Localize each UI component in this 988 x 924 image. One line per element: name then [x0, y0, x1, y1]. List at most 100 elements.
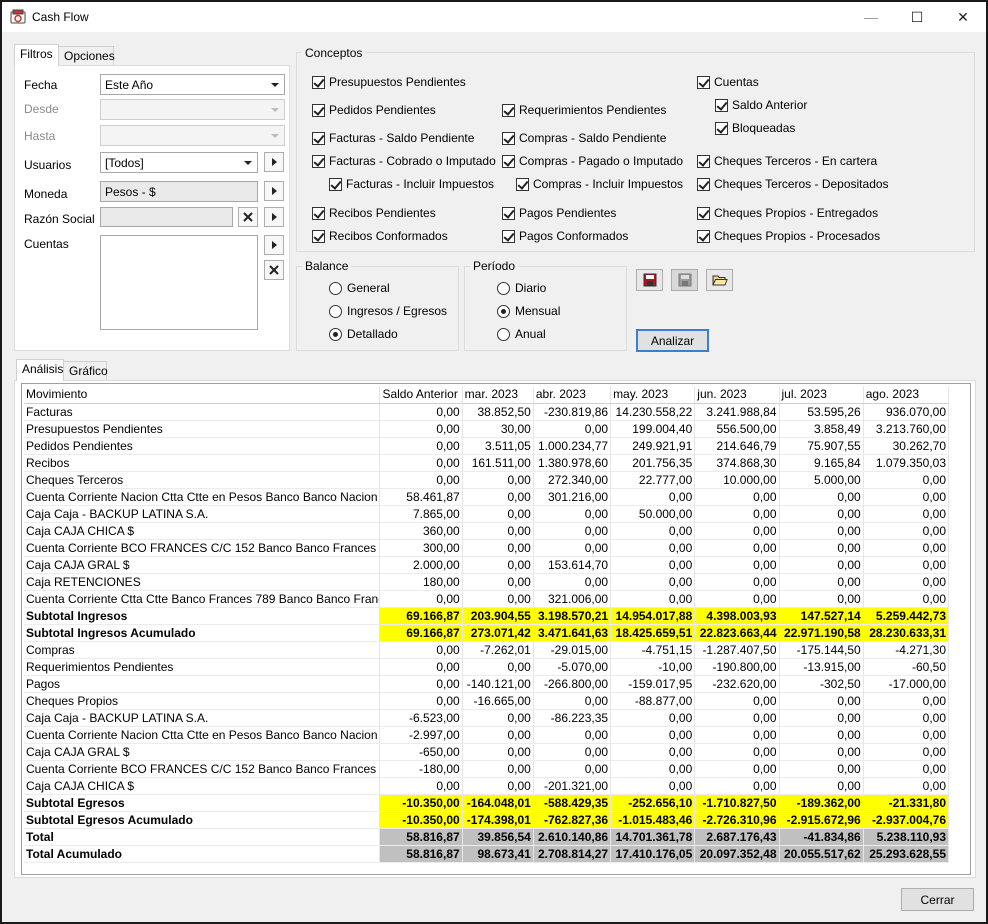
table-row[interactable]: Compras 0,00 -7.262,01 -29.015,00 -4.751,15-…	[24, 641, 950, 659]
moneda-select-button[interactable]	[264, 181, 284, 201]
table-row[interactable]: Caja CAJA GRAL $2.000,00 0,00 153.614,70 0,…	[24, 556, 950, 574]
checkbox-facturas-incluir-impuestos[interactable]: Facturas - Incluir Impuestos	[329, 177, 494, 191]
checkbox-saldo-anterior[interactable]: Saldo Anterior	[715, 98, 807, 112]
value-cell: 5.259.442,73	[863, 607, 950, 625]
save-as-config-button[interactable]	[671, 269, 698, 291]
table-row[interactable]: Cuenta Corriente BCO FRANCES C/C 152 Ban…	[24, 760, 950, 778]
checkbox-recibos-pendientes[interactable]: Recibos Pendientes	[312, 206, 436, 220]
row-label-cell: Cheques Propios	[24, 692, 381, 710]
checkbox-facturas-cobrado[interactable]: Facturas - Cobrado o Imputado	[312, 154, 496, 168]
table-row[interactable]: Pedidos Pendientes 0,00 3.511,05 1.000.234,…	[24, 437, 950, 455]
column-header[interactable]: jul. 2023	[779, 386, 864, 404]
radio-general[interactable]: General	[329, 281, 390, 295]
table-row[interactable]: Presupuestos Pendientes 0,00 30,00 0,00 199.…	[24, 420, 950, 438]
minimize-button[interactable]: —	[848, 2, 894, 32]
column-header[interactable]: ago. 2023	[863, 386, 950, 404]
value-cell: 53.595,26	[779, 403, 864, 421]
razon-social-clear-button[interactable]	[238, 207, 258, 227]
table-row[interactable]: Subtotal Egresos -10.350,00 -164.048,01 -58…	[24, 794, 950, 812]
cerrar-button[interactable]: Cerrar	[901, 888, 974, 911]
checkbox-compras-incluir-impuestos[interactable]: Compras - Incluir Impuestos	[516, 177, 683, 191]
tab-analisis[interactable]: Análisis	[16, 359, 64, 381]
checkbox-cheques-propios-procesados[interactable]: Cheques Propios - Procesados	[697, 229, 880, 243]
cuentas-select-button[interactable]	[264, 235, 284, 255]
value-cell: 360,00	[379, 522, 463, 540]
table-row[interactable]: Total Acumulado 58.816,87 98.673,41 2.708.8…	[24, 845, 950, 863]
checkbox-compras-pagado[interactable]: Compras - Pagado o Imputado	[502, 154, 683, 168]
checkbox-requerimientos-pendientes[interactable]: Requerimientos Pendientes	[502, 103, 666, 117]
checkbox-bloqueadas[interactable]: Bloqueadas	[715, 121, 795, 135]
value-cell: -174.398,01	[462, 811, 534, 829]
save-config-button[interactable]	[636, 269, 663, 291]
column-header[interactable]: jun. 2023	[694, 386, 780, 404]
table-row[interactable]: Recibos 0,00 161.511,00 1.380.978,60 201.756…	[24, 454, 950, 472]
usuarios-select[interactable]: [Todos]	[100, 152, 258, 173]
value-cell: 4.398.003,93	[694, 607, 780, 625]
checkbox-compras-saldo-pendiente[interactable]: Compras - Saldo Pendiente	[502, 131, 666, 145]
column-header[interactable]: Saldo Anterior	[379, 386, 463, 404]
razon-social-select-button[interactable]	[264, 207, 284, 227]
table-row[interactable]: Caja CAJA CHICA $360,00 0,00 0,00 0,00 0,00 0…	[24, 522, 950, 540]
value-cell: 30,00	[462, 420, 534, 438]
moneda-field[interactable]: Pesos - $	[100, 181, 258, 202]
analizar-button[interactable]: Analizar	[636, 329, 709, 352]
tab-opciones[interactable]: Opciones	[58, 46, 115, 66]
table-row[interactable]: Subtotal Ingresos Acumulado 69.166,87 273.…	[24, 624, 950, 642]
column-header[interactable]: mar. 2023	[462, 386, 534, 404]
checkbox-pedidos-pendientes[interactable]: Pedidos Pendientes	[312, 103, 436, 117]
table-row[interactable]: Cuenta Corriente Ctta Ctte Banco Frances…	[24, 590, 950, 608]
value-cell: 0,00	[694, 777, 780, 795]
desde-date-picker[interactable]	[100, 99, 285, 120]
value-cell: 249.921,91	[610, 437, 696, 455]
radio-anual[interactable]: Anual	[497, 327, 546, 341]
checkbox-cheques-propios-entregados[interactable]: Cheques Propios - Entregados	[697, 206, 878, 220]
cuentas-clear-button[interactable]	[264, 260, 284, 280]
checkbox-cheques-terceros-cartera[interactable]: Cheques Terceros - En cartera	[697, 154, 877, 168]
cash-flow-grid[interactable]: Movimiento Saldo Anterior mar. 2023 abr. 20…	[21, 383, 971, 875]
table-row[interactable]: Cheques Terceros 0,00 0,00 272.340,00 22.777…	[24, 471, 950, 489]
table-row[interactable]: Caja CAJA GRAL $ -650,00 0,00 0,00 0,00 0,00 0…	[24, 743, 950, 761]
table-row[interactable]: Cuenta Corriente Nacion Ctta Ctte en Pes…	[24, 726, 950, 744]
cuentas-list[interactable]	[100, 235, 258, 330]
table-row[interactable]: Cuenta Corriente Nacion Ctta Ctte en Pes…	[24, 488, 950, 506]
table-row[interactable]: Caja RETENCIONES 180,00 0,00 0,00 0,00 0,00 0,…	[24, 573, 950, 591]
hasta-date-picker[interactable]	[100, 125, 285, 146]
table-row[interactable]: Caja Caja - BACKUP LATINA S.A. -6.523,00 0…	[24, 709, 950, 727]
table-row[interactable]: Caja CAJA CHICA $0,00 0,00 -201.321,00 0,00…	[24, 777, 950, 795]
fecha-select[interactable]: Este Año	[100, 74, 285, 95]
radio-mensual[interactable]: Mensual	[497, 304, 560, 318]
checkbox-pagos-conformados[interactable]: Pagos Conformados	[502, 229, 628, 243]
table-row[interactable]: Requerimientos Pendientes 0,00 0,00 -5.070,…	[24, 658, 950, 676]
row-label-cell: Cuenta Corriente Nacion Ctta Ctte en Pes…	[24, 726, 381, 744]
razon-social-field[interactable]	[100, 207, 233, 227]
radio-detallado[interactable]: Detallado	[329, 327, 398, 341]
open-config-button[interactable]	[706, 269, 733, 291]
table-row[interactable]: Subtotal Ingresos 69.166,87 203.904,55 3.19…	[24, 607, 950, 625]
radio-ingresos-egresos[interactable]: Ingresos / Egresos	[329, 304, 447, 318]
checkbox-cuentas[interactable]: Cuentas	[697, 75, 759, 89]
column-header[interactable]: abr. 2023	[533, 386, 612, 404]
usuarios-select-button[interactable]	[264, 152, 284, 172]
radio-diario[interactable]: Diario	[497, 281, 546, 295]
value-cell: 0,00	[694, 692, 780, 710]
checkbox-facturas-saldo-pendiente[interactable]: Facturas - Saldo Pendiente	[312, 131, 474, 145]
close-window-button[interactable]: ✕	[940, 2, 986, 32]
tab-grafico[interactable]: Gráfico	[63, 361, 108, 381]
table-row[interactable]: Pagos 0,00 -140.121,00 -266.800,00 -159.017,…	[24, 675, 950, 693]
maximize-button[interactable]: ☐	[894, 2, 940, 32]
value-cell: -4.271,30	[863, 641, 950, 659]
table-row[interactable]: Subtotal Egresos Acumulado -10.350,00 -174…	[24, 811, 950, 829]
tab-filtros[interactable]: Filtros	[14, 44, 59, 66]
checkbox-cheques-terceros-depositados[interactable]: Cheques Terceros - Depositados	[697, 177, 889, 191]
table-row[interactable]: Caja Caja - BACKUP LATINA S.A. 7.865,00 0,…	[24, 505, 950, 523]
table-row[interactable]: Facturas 0,00 38.852,50 -230.819,86 14.230.5…	[24, 403, 950, 421]
checkbox-pagos-pendientes[interactable]: Pagos Pendientes	[502, 206, 616, 220]
table-row[interactable]: Cuenta Corriente BCO FRANCES C/C 152 Ban…	[24, 539, 950, 557]
table-row[interactable]: Cheques Propios 0,00 -16.665,00 0,00 -88.877…	[24, 692, 950, 710]
column-header[interactable]: may. 2023	[610, 386, 696, 404]
column-header[interactable]: Movimiento	[24, 386, 381, 404]
table-row[interactable]: Total 58.816,87 39.856,54 2.610.140,86 14.70…	[24, 828, 950, 846]
value-cell: 0,00	[379, 420, 463, 438]
checkbox-recibos-conformados[interactable]: Recibos Conformados	[312, 229, 448, 243]
checkbox-presupuestos-pendientes[interactable]: Presupuestos Pendientes	[312, 75, 466, 89]
